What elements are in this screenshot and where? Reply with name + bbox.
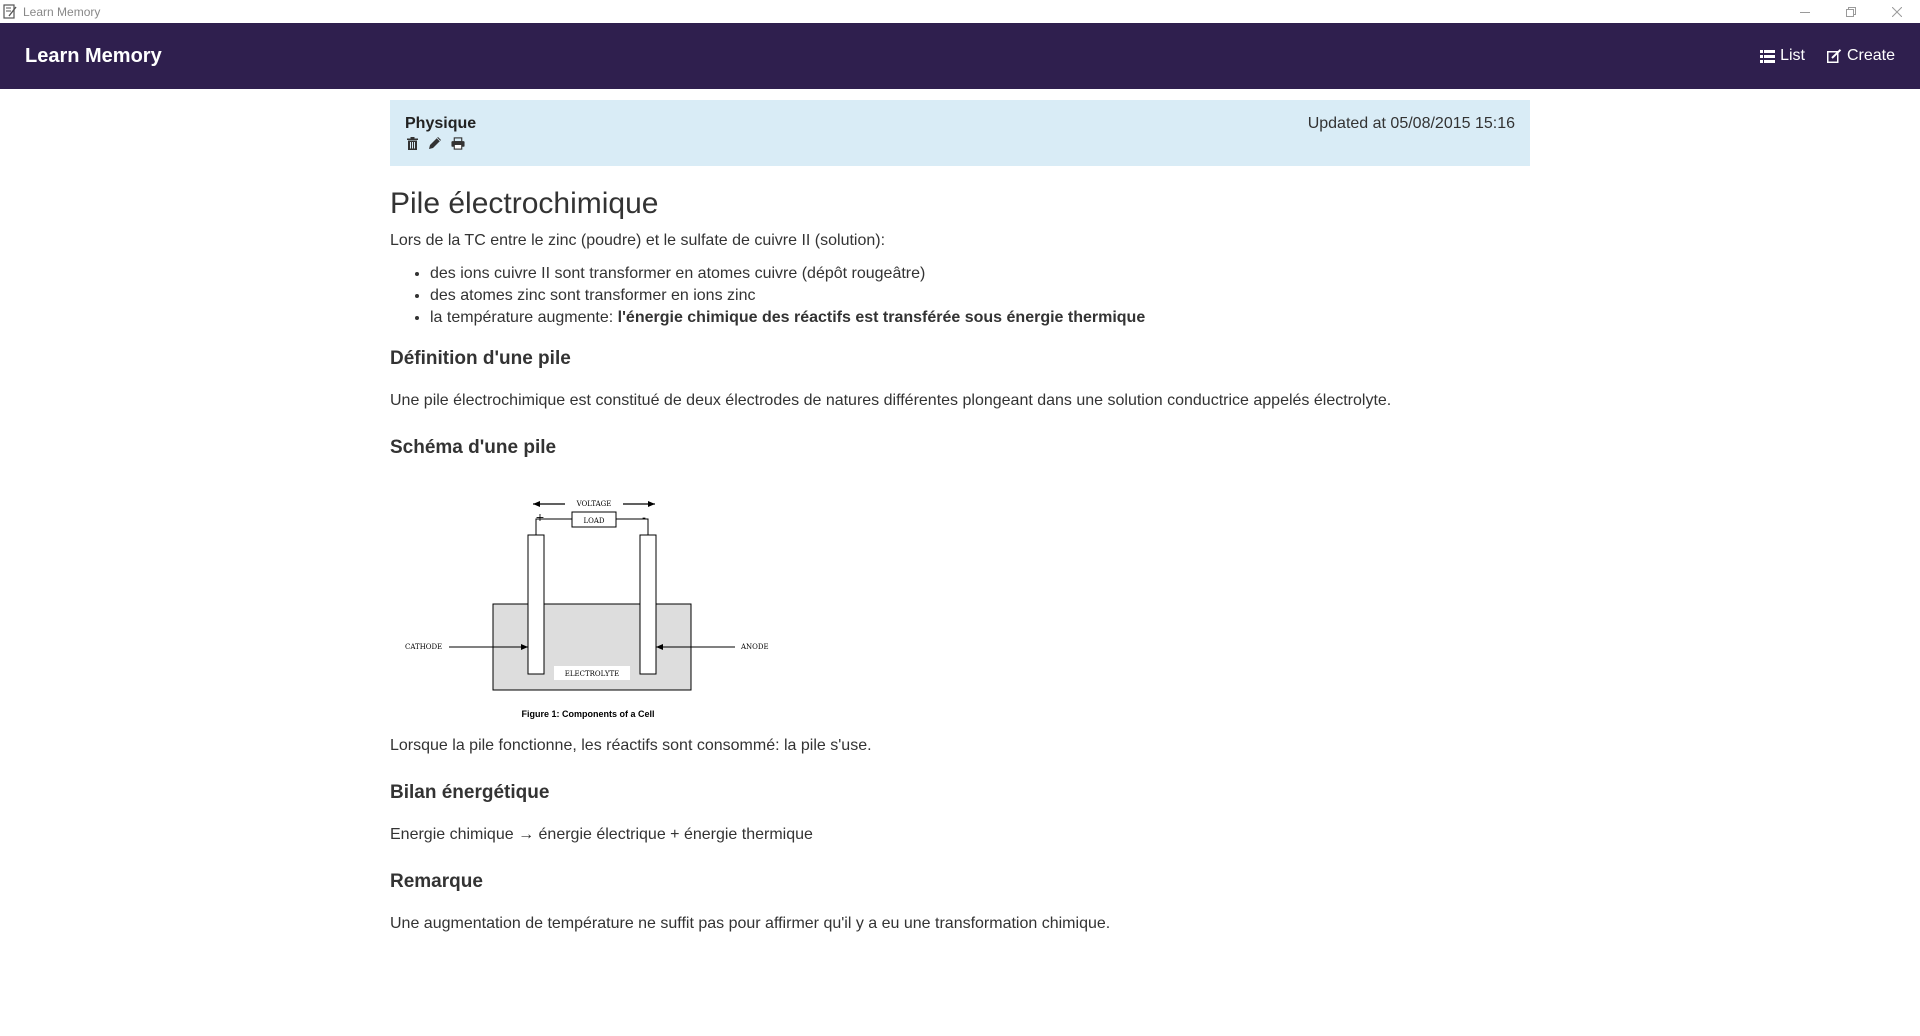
nav-list-link[interactable]: List xyxy=(1760,47,1805,65)
list-item: des ions cuivre II sont transformer en a… xyxy=(430,263,1530,285)
navbar: Learn Memory List Create xyxy=(0,23,1920,89)
definition-paragraph: Une pile électrochimique est constitué d… xyxy=(390,392,1392,409)
section-heading-definition: Définition d'une pile xyxy=(390,348,571,369)
list-item: des atomes zinc sont transformer en ions… xyxy=(430,285,1530,307)
schema-paragraph: Lorsque la pile fonctionne, les réactifs… xyxy=(390,737,872,754)
close-icon[interactable] xyxy=(1874,0,1920,23)
remarque-paragraph: Une augmentation de température ne suffi… xyxy=(390,915,1111,932)
window-controls xyxy=(1782,0,1920,23)
print-icon[interactable] xyxy=(451,136,465,150)
nav-links: List Create xyxy=(1760,23,1895,89)
cathode-electrode xyxy=(527,534,545,675)
anode-label: ANODE xyxy=(740,643,769,651)
electrolyte-label: ELECTROLYTE xyxy=(565,670,620,678)
cathode-label: CATHODE xyxy=(405,643,442,651)
main-content: Physique Updated at 05/08/2015 15:16 Pil… xyxy=(390,100,1530,946)
cell-diagram-figure: VOLTAGE + - LOAD ELECTROLYTE CATHODE ANO… xyxy=(390,479,790,729)
intro-paragraph: Lors de la TC entre le zinc (poudre) et … xyxy=(390,232,886,249)
voltage-label: VOLTAGE xyxy=(576,500,612,508)
window-title: Learn Memory xyxy=(23,4,101,19)
trash-icon[interactable] xyxy=(405,136,419,150)
plus-sign-label: + xyxy=(535,511,544,524)
pencil-icon[interactable] xyxy=(428,136,442,150)
list-item-text: la température augmente: xyxy=(430,309,618,326)
note-actions xyxy=(405,136,1515,150)
brand-title[interactable]: Learn Memory xyxy=(25,23,162,89)
window-titlebar: Learn Memory xyxy=(0,0,1920,23)
list-icon xyxy=(1760,49,1776,63)
nav-create-label: Create xyxy=(1846,47,1895,64)
section-heading-bilan: Bilan énergétique xyxy=(390,782,550,803)
section-heading-remarque: Remarque xyxy=(390,871,483,892)
note-updated-date: Updated at 05/08/2015 15:16 xyxy=(1307,115,1515,132)
anode-electrode xyxy=(639,534,657,675)
minimize-icon[interactable] xyxy=(1782,0,1828,23)
bullet-list: des ions cuivre II sont transformer en a… xyxy=(390,263,1530,329)
list-item-bold-text: l'énergie chimique des réactifs est tran… xyxy=(617,309,1146,326)
load-label: LOAD xyxy=(583,517,604,525)
bilan-paragraph: Energie chimique → énergie électrique + … xyxy=(390,826,813,843)
note-info-panel: Physique Updated at 05/08/2015 15:16 xyxy=(390,100,1530,166)
app-icon xyxy=(3,4,17,19)
restore-icon[interactable] xyxy=(1828,0,1874,23)
nav-list-label: List xyxy=(1780,47,1805,64)
section-heading-schema: Schéma d'une pile xyxy=(390,437,557,458)
nav-create-link[interactable]: Create xyxy=(1826,47,1895,65)
figure-caption: Figure 1: Components of a Cell xyxy=(521,709,654,719)
minus-sign-label: - xyxy=(642,511,646,524)
list-item: la température augmente: l'énergie chimi… xyxy=(430,307,1530,329)
note-title: Pile électrochimique xyxy=(390,187,659,220)
edit-icon xyxy=(1826,49,1842,63)
